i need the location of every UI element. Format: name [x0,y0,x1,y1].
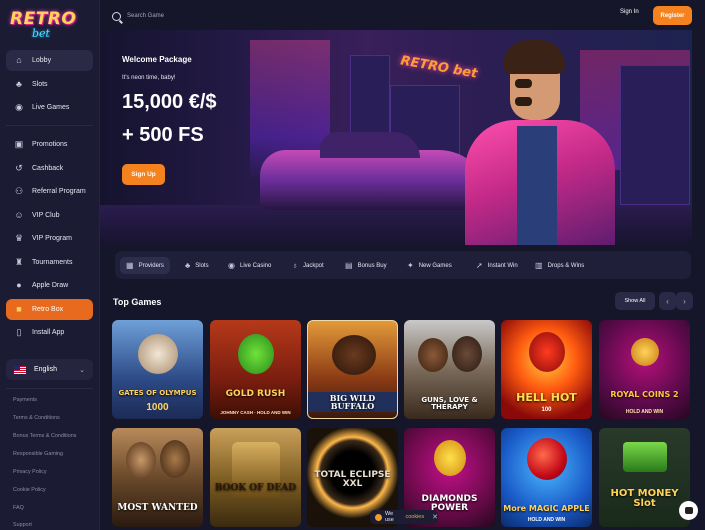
sidebar-item-referral[interactable]: ⚇ Referral Program [6,181,93,202]
sidebar-item-apple-draw[interactable]: ● Apple Draw [6,275,93,296]
tab-jackpot[interactable]: ♁ Jackpot [286,257,330,274]
tab-live-casino[interactable]: ◉ Live Casino [222,257,277,274]
register-button[interactable]: Register [653,6,692,25]
language-label: English [34,366,57,373]
sidebar-divider [6,125,93,126]
game-tile-gold-rush[interactable]: GOLD RUSH JOHNNY CASH · HOLD AND WIN [210,320,301,419]
cookie-text: We use [384,511,394,523]
logo-main: RETRO [10,9,77,29]
prev-arrow-icon[interactable]: ‹ [659,292,676,310]
tab-bonus-buy[interactable]: ▤ Bonus Buy [339,257,393,274]
category-bar: ▦ Providers ♣ Slots ◉ Live Casino ♁ Jackpot … [115,251,691,279]
home-icon: ⌂ [16,55,22,65]
download-icon: ▯ [16,327,22,337]
sidebar-item-vip-program[interactable]: ♛ VIP Program [6,228,93,249]
flag-uk-icon [14,365,26,374]
footer-link-cookie[interactable]: Cookie Policy [13,487,46,493]
tab-slots[interactable]: ♣ Slots [179,257,215,274]
footer-link-faq[interactable]: FAQ [13,505,24,511]
tab-new-games[interactable]: ✦ New Games [401,257,458,274]
footer-link-payments[interactable]: Payments [13,397,37,403]
search-placeholder: Search Game [127,13,165,19]
game-tile-big-wild-buffalo[interactable]: BIG WILD BUFFALO [307,320,398,419]
sunglasses [515,75,555,106]
game-tile-hell-hot[interactable]: HELL HOT 100 [501,320,592,419]
top-bar: Search Game Sign In Register [100,0,705,30]
sign-in-button[interactable]: Sign In [620,9,639,15]
footer-link-terms[interactable]: Terms & Conditions [13,415,60,421]
building [620,65,690,205]
footer-link-support[interactable]: Support [13,522,32,528]
show-all-button[interactable]: Show All [615,292,655,310]
chevron-down-icon: ⌄ [79,366,85,374]
cherry-icon: ♣ [185,260,191,270]
game-tile-gates-of-olympus[interactable]: GATES OF OLYMPUS 1000 [112,320,203,419]
hero-character [455,30,615,245]
trophy-icon: ♜ [14,257,24,267]
logo-sub: bet [32,27,50,40]
language-select[interactable]: English ⌄ [6,359,93,380]
tab-instant-win[interactable]: ➚ Instant Win [470,257,524,274]
sidebar-item-lobby[interactable]: ⌂ Lobby [6,50,93,71]
moneybag-icon: ♁ [292,260,298,270]
sidebar: RETRO bet ⌂ Lobby ♣ Slots ◉ Live Games ▣ Pro… [0,0,100,530]
gift-icon: ▣ [14,139,24,149]
cookie-icon [375,513,382,521]
game-tile-most-wanted[interactable]: MOST WANTED [112,428,203,527]
user-icon: ☺ [14,210,24,220]
sidebar-item-promotions[interactable]: ▣ Promotions [6,134,93,155]
chart-icon: ▥ [535,260,543,270]
sidebar-item-retro-box[interactable]: ■ Retro Box [6,299,93,320]
cherry-icon: ♣ [16,79,22,89]
sidebar-divider [6,388,93,389]
search-icon [112,11,121,21]
hero-tagline: It's neon time, baby! [122,75,176,81]
game-tile-book-of-dead[interactable]: BOOK OF DEAD [210,428,301,527]
sidebar-item-vip-club[interactable]: ☺ VIP Club [6,205,93,226]
sidebar-item-cashback[interactable]: ↺ Cashback [6,158,93,179]
hero-title: Welcome Package [122,55,192,64]
sidebar-item-tournaments[interactable]: ♜ Tournaments [6,252,93,273]
game-tile-more-magic-apple[interactable]: More MAGIC APPLE HOLD AND WIN [501,428,592,527]
game-tile-guns-love-therapy[interactable]: GUNS, LOVE & THERAPY [404,320,495,419]
crown-icon: ♛ [14,233,24,243]
apple-icon: ● [16,280,22,290]
chat-button[interactable] [679,501,698,520]
game-tile-hot-money[interactable]: HOT MONEY Slot [599,428,690,527]
grid-icon: ▦ [126,260,134,270]
sidebar-item-slots[interactable]: ♣ Slots [6,74,93,95]
chat-icon [684,507,693,514]
footer-link-responsible-gaming[interactable]: Responsible Gaming [13,451,63,457]
game-tile-royal-coins-2[interactable]: ROYAL COINS 2 HOLD AND WIN [599,320,690,419]
section-title: Top Games [113,297,162,307]
footer-link-privacy[interactable]: Privacy Policy [13,469,47,475]
referral-icon: ⚇ [14,186,24,196]
footer-link-bonus-terms[interactable]: Bonus Terms & Conditions [13,433,76,439]
logo[interactable]: RETRO bet [10,9,76,43]
box-icon: ■ [16,304,22,314]
tab-drops-wins[interactable]: ▥ Drops & Wins [529,257,590,274]
hero-amount: 15,000 €/$ [122,91,217,113]
cashback-icon: ↺ [15,163,23,173]
hero-banner[interactable]: RETRO bet Welcome Package It's neon time… [100,30,692,245]
live-icon: ◉ [15,102,23,112]
hero-free-spins: + 500 FS [122,124,204,146]
rocket-icon: ➚ [476,260,483,270]
sidebar-item-install-app[interactable]: ▯ Install App [6,322,93,343]
close-icon[interactable]: ✕ [432,513,438,521]
live-icon: ◉ [228,260,235,270]
tab-providers[interactable]: ▦ Providers [120,257,170,274]
cookie-banner: We use cookies ✕ [370,510,438,524]
next-arrow-icon[interactable]: › [676,292,693,310]
sign-up-button[interactable]: Sign Up [122,164,165,185]
cookie-link[interactable]: cookies [405,514,424,520]
sparkle-icon: ✦ [407,260,414,270]
cart-icon: ▤ [345,260,353,270]
search-input[interactable]: Search Game [112,7,196,25]
sidebar-item-live-games[interactable]: ◉ Live Games [6,97,93,118]
